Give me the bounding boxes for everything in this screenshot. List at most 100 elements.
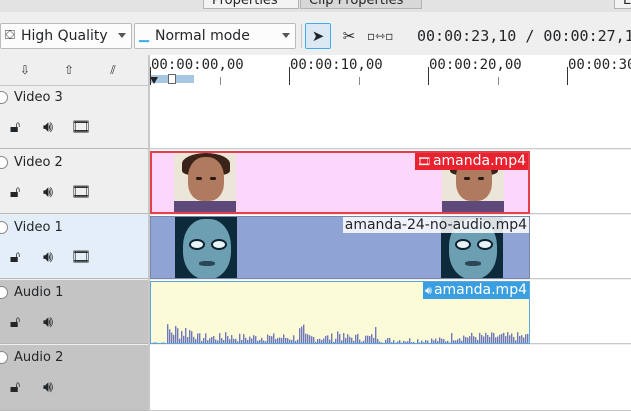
track-name: Video 1 [14,220,63,235]
spacer-tool-button[interactable]: ▫⇿▫ [367,23,393,49]
waveform-sample [427,340,429,343]
track-header-audio2[interactable]: Audio 2 🔓︎ 🔊︎ [0,345,148,411]
waveform-sample [407,341,409,343]
waveform-sample [451,333,453,343]
razor-tool-button[interactable]: ✂ [336,23,362,49]
waveform-sample [303,324,305,343]
clip-amanda-video2[interactable]: 🎞︎ amanda.mp4 [150,151,530,214]
target-track-radio[interactable] [0,91,8,104]
waveform-sample [429,342,431,343]
target-track-radio[interactable] [0,286,8,299]
waveform-sample [411,342,413,343]
waveform-sample [183,335,185,343]
waveform-sample [219,333,221,343]
waveform-sample [269,335,271,343]
selection-tool-button[interactable]: ➤ [305,23,331,49]
waveform-sample [237,341,239,343]
spacer-icon: ▫⇿▫ [367,29,394,43]
waveform-sample [461,340,463,343]
speaker-icon[interactable]: 🔊︎ [38,182,58,202]
waveform-sample [211,337,213,343]
track-video2[interactable]: 🎞︎ amanda.mp4 [150,150,631,214]
waveform-sample [159,343,160,344]
tab-properties[interactable]: Properties [203,0,299,9]
preview-quality-combo[interactable]: ⛋ High Quality [0,23,132,49]
target-track-radio[interactable] [0,156,8,169]
lock-icon[interactable]: 🔓︎ [5,182,25,202]
waveform-sample [209,338,211,343]
tab-clip-properties[interactable]: Clip Properties [300,0,422,9]
waveform-sample [479,332,481,343]
film-icon[interactable]: 🎞︎ [71,247,91,267]
waveform-sample [383,342,385,343]
waveform-sample [169,329,171,343]
collapse-tracks-icon[interactable]: ⇩ [16,61,34,79]
lock-icon[interactable]: 🔓︎ [5,377,25,397]
target-track-radio[interactable] [0,221,8,234]
waveform-sample [321,340,323,343]
lock-icon[interactable]: 🔓︎ [5,247,25,267]
track-audio1[interactable]: 🔊︎ amanda.mp4 [150,280,631,344]
waveform-sample [153,342,155,343]
chevron-down-icon [118,33,126,38]
track-video1[interactable]: amanda-24-no-audio.mp4 [150,215,631,279]
track-header-audio1[interactable]: Audio 1 🔓︎ 🔊︎ [0,280,148,344]
waveform-sample [335,338,337,343]
waveform-sample [231,335,233,343]
waveform-sample [281,338,283,343]
track-audio2[interactable] [150,345,631,411]
clip-amanda-audio1[interactable]: 🔊︎ amanda.mp4 [150,281,530,344]
timeline-ruler[interactable]: 00:00:00,00 00:00:10,00 00:00:20,00 00:0… [150,55,631,86]
ruler-tick [428,67,429,85]
waveform-sample [445,341,447,343]
track-name: Video 2 [14,155,63,170]
lock-icon[interactable]: 🔓︎ [5,312,25,332]
zone-marker[interactable] [168,74,176,84]
track-header-video1[interactable]: Video 1 🔓︎ 🔊︎ 🎞︎ [0,215,148,279]
waveform-sample [475,337,477,343]
speaker-icon[interactable]: 🔊︎ [38,312,58,332]
waveform-sample [189,329,191,343]
track-header-video3[interactable]: Video 3 🔓︎ 🔊︎ 🎞︎ [0,85,148,149]
tab-strip: Properties Clip Properties E [0,0,631,12]
track-header-video2[interactable]: Video 2 🔓︎ 🔊︎ 🎞︎ [0,150,148,214]
split-audio-icon[interactable]: ⫽ [104,61,122,79]
waveform-sample [489,336,491,343]
waveform-sample [527,333,529,343]
expand-tracks-icon[interactable]: ⇧ [60,61,78,79]
edit-mode-combo[interactable]: ▁ Normal mode [134,23,296,49]
waveform-sample [329,339,331,343]
waveform-sample [161,342,163,343]
waveform-sample [381,342,383,343]
clip-name: amanda.mp4 [433,282,527,298]
film-icon[interactable]: 🎞︎ [71,117,91,137]
waveform-sample [333,341,335,343]
speaker-icon: 🔊︎ [425,284,432,297]
waveform-sample [317,339,319,343]
waveform-sample [369,336,371,343]
waveform-sample [229,339,231,343]
ruler-minor-tick [220,77,221,85]
waveform-sample [253,335,255,343]
waveform-sample [301,326,303,343]
waveform-sample [379,341,381,343]
track-video3[interactable] [150,85,631,149]
waveform-sample [497,336,499,343]
lock-icon[interactable]: 🔓︎ [5,117,25,137]
waveform-sample [399,340,401,343]
waveform-sample [517,332,519,343]
playhead-handle[interactable] [150,77,158,84]
waveform-sample [387,338,389,343]
waveform-sample [279,337,281,343]
target-track-radio[interactable] [0,351,8,364]
speaker-icon[interactable]: 🔊︎ [38,247,58,267]
tab-effects[interactable]: E [614,0,631,9]
waveform-sample [393,340,395,343]
speaker-icon[interactable]: 🔊︎ [38,117,58,137]
waveform-sample [493,333,495,343]
speaker-icon[interactable]: 🔊︎ [38,377,58,397]
film-icon[interactable]: 🎞︎ [71,182,91,202]
waveform-sample [523,337,525,343]
clip-amanda-24-no-audio[interactable]: amanda-24-no-audio.mp4 [150,216,530,279]
waveform-sample [431,338,433,343]
